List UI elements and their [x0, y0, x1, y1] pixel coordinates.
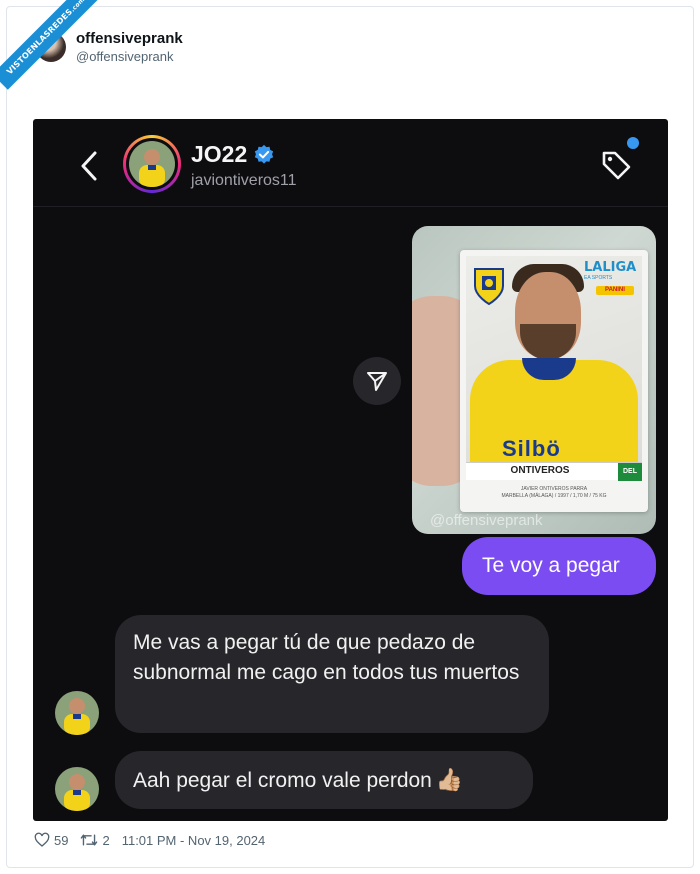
contact-name[interactable]: JO22 [191, 141, 275, 168]
retweet-icon [81, 834, 98, 846]
heart-icon [34, 832, 50, 847]
sender-avatar[interactable] [55, 691, 99, 735]
thumbs-up-icon: 👍🏼 [435, 767, 464, 792]
laliga-sub: EA SPORTS [584, 275, 613, 281]
sticker-info-line1: JAVIER ONTIVEROS PARRA [520, 486, 588, 492]
notification-dot [627, 137, 639, 149]
contact-name-text: JO22 [191, 141, 248, 167]
sticker-info: JAVIER ONTIVEROS PARRA MARBELLA (MÁLAGA)… [466, 486, 642, 500]
laliga-logo: LALIGA [584, 260, 637, 275]
panini-logo: PANINI [596, 286, 634, 295]
send-icon [367, 372, 387, 391]
sticker-name-bar: ONTIVEROS DEL [466, 462, 642, 481]
ribbon-suffix: .com [69, 0, 87, 14]
cadiz-crest-icon [474, 268, 504, 306]
dm-header: JO22 javiontiveros11 [33, 119, 668, 207]
sticker-photo[interactable]: Silbö LALIGA EA SPORTS PANINI ONTIVEROS … [412, 226, 656, 534]
like-count: 59 [54, 832, 69, 848]
position-badge: DEL [618, 463, 642, 481]
sticker-player-name: ONTIVEROS [510, 465, 570, 476]
author-handle[interactable]: @offensiveprank [76, 49, 183, 64]
retweet-button[interactable]: 2 [80, 832, 110, 848]
verified-badge-icon [255, 144, 274, 164]
author-name[interactable]: offensiveprank [76, 30, 183, 47]
incoming-message-text: Aah pegar el cromo vale perdon [133, 769, 432, 792]
retweet-count: 2 [102, 832, 110, 848]
player-avatar-icon [55, 691, 99, 735]
incoming-message[interactable]: Me vas a pegar tú de que pedazo de subno… [115, 615, 549, 733]
player-avatar-icon [55, 767, 99, 811]
shirt-sponsor: Silbö [502, 436, 561, 461]
outgoing-message[interactable]: Te voy a pegar [462, 537, 656, 595]
sticker-info-line2: MARBELLA (MÁLAGA) / 1997 / 1,70 M / 75 K… [501, 493, 607, 499]
photo-watermark: @offensiveprank [430, 512, 543, 529]
incoming-message[interactable]: Aah pegar el cromo vale perdon 👍🏼 [115, 751, 533, 809]
contact-handle[interactable]: javiontiveros11 [191, 172, 297, 190]
like-button[interactable]: 59 [34, 832, 68, 848]
chevron-left-icon[interactable] [77, 149, 101, 183]
contact-avatar[interactable] [123, 135, 181, 193]
tweet-timestamp[interactable]: 11:01 PM - Nov 19, 2024 [122, 833, 266, 848]
share-button[interactable] [353, 357, 401, 405]
player-avatar-icon [129, 141, 175, 187]
tweet-footer: 59 2 11:01 PM - Nov 19, 2024 [34, 832, 277, 848]
dm-screenshot: JO22 javiontiveros11 Silbö LALIGA EA SPO… [33, 119, 668, 821]
tag-icon[interactable] [598, 147, 634, 183]
sender-avatar[interactable] [55, 767, 99, 811]
panini-sticker: Silbö LALIGA EA SPORTS PANINI ONTIVEROS … [460, 250, 648, 512]
